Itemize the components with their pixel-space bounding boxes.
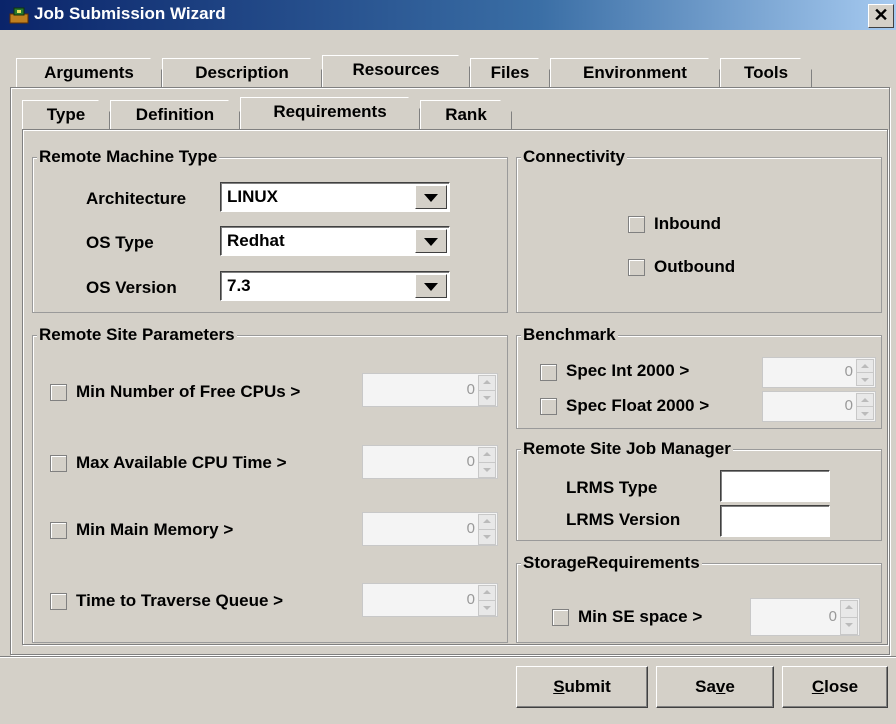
max-cpu-time-spinner[interactable]: 0 <box>362 445 498 479</box>
spec-int-checkbox[interactable] <box>540 364 557 381</box>
lrms-type-label: LRMS Type <box>566 478 658 497</box>
spinner-up-icon[interactable] <box>478 375 496 391</box>
app-icon <box>9 7 29 24</box>
subtab-requirements[interactable]: Requirements <box>240 97 420 129</box>
spec-float-label: Spec Float 2000 > <box>566 396 710 415</box>
spinner-up-icon[interactable] <box>856 393 874 407</box>
save-button[interactable]: Save <box>656 666 774 708</box>
min-main-memory-checkbox[interactable] <box>50 522 67 539</box>
spinner-down-icon[interactable] <box>478 529 496 545</box>
max-cpu-time-checkbox[interactable] <box>50 455 67 472</box>
time-traverse-queue-spinner[interactable]: 0 <box>362 583 498 617</box>
min-main-memory-spinner[interactable]: 0 <box>362 512 498 546</box>
spinner-up-icon[interactable] <box>840 600 858 618</box>
subtab-rank[interactable]: Rank <box>420 100 512 129</box>
close-window-icon[interactable]: ✕ <box>868 4 894 28</box>
spinner-value: 0 <box>844 363 853 380</box>
time-traverse-queue-label: Time to Traverse Queue > <box>76 591 284 610</box>
os-version-select[interactable]: 7.3 <box>220 271 450 301</box>
spec-float-spinner[interactable]: 0 <box>762 391 876 422</box>
outbound-label: Outbound <box>654 257 736 276</box>
os-type-value: Redhat <box>227 231 285 250</box>
architecture-value: LINUX <box>227 187 278 206</box>
min-se-space-checkbox[interactable] <box>552 609 569 626</box>
subtab-type[interactable]: Type <box>22 100 110 129</box>
inbound-label: Inbound <box>654 214 722 233</box>
tab-tools[interactable]: Tools <box>720 58 812 87</box>
subtab-definition[interactable]: Definition <box>110 100 240 129</box>
time-traverse-queue-checkbox[interactable] <box>50 593 67 610</box>
group-title: Benchmark <box>521 325 618 345</box>
min-main-memory-label: Min Main Memory > <box>76 520 234 539</box>
tab-files[interactable]: Files <box>470 58 550 87</box>
spec-float-checkbox[interactable] <box>540 398 557 415</box>
chevron-down-icon[interactable] <box>415 229 447 253</box>
spinner-up-icon[interactable] <box>478 514 496 530</box>
spinner-up-icon[interactable] <box>478 585 496 601</box>
os-type-select[interactable]: Redhat <box>220 226 450 256</box>
architecture-select[interactable]: LINUX <box>220 182 450 212</box>
divider <box>0 656 896 658</box>
group-title: Remote Site Job Manager <box>521 439 733 459</box>
lrms-type-input[interactable] <box>720 470 830 502</box>
group-title: StorageRequirements <box>521 553 702 573</box>
spinner-value: 0 <box>466 591 475 608</box>
min-free-cpus-spinner[interactable]: 0 <box>362 373 498 407</box>
chevron-down-icon[interactable] <box>415 185 447 209</box>
spinner-down-icon[interactable] <box>840 617 858 635</box>
spinner-value: 0 <box>466 520 475 537</box>
tab-environment[interactable]: Environment <box>550 58 720 87</box>
spinner-down-icon[interactable] <box>856 372 874 386</box>
chevron-down-icon[interactable] <box>415 274 447 298</box>
close-button[interactable]: Close <box>782 666 888 708</box>
os-version-value: 7.3 <box>227 276 251 295</box>
spinner-down-icon[interactable] <box>478 600 496 616</box>
spinner-down-icon[interactable] <box>478 462 496 478</box>
spinner-down-icon[interactable] <box>478 390 496 406</box>
tab-resources[interactable]: Resources <box>322 55 470 87</box>
window-title: Job Submission Wizard <box>34 4 226 23</box>
min-se-space-label: Min SE space > <box>578 607 703 626</box>
spinner-value: 0 <box>466 453 475 470</box>
os-type-label: OS Type <box>86 233 154 252</box>
group-title: Remote Site Parameters <box>37 325 237 345</box>
group-title: Connectivity <box>521 147 628 167</box>
spinner-value: 0 <box>466 381 475 398</box>
outbound-checkbox[interactable] <box>628 259 645 276</box>
group-title: Remote Machine Type <box>37 147 220 167</box>
spinner-down-icon[interactable] <box>856 406 874 420</box>
spec-int-spinner[interactable]: 0 <box>762 357 876 388</box>
spinner-up-icon[interactable] <box>478 447 496 463</box>
os-version-label: OS Version <box>86 278 177 297</box>
tab-arguments[interactable]: Arguments <box>16 58 162 87</box>
tab-description[interactable]: Description <box>162 58 322 87</box>
max-cpu-time-label: Max Available CPU Time > <box>76 453 287 472</box>
min-se-space-spinner[interactable]: 0 <box>750 598 860 636</box>
title-bar[interactable]: Job Submission Wizard ✕ <box>0 0 896 30</box>
lrms-version-label: LRMS Version <box>566 510 681 529</box>
lrms-version-input[interactable] <box>720 505 830 537</box>
connectivity-group: Connectivity <box>516 147 882 313</box>
spec-int-label: Spec Int 2000 > <box>566 361 690 380</box>
spinner-value: 0 <box>828 608 837 625</box>
min-free-cpus-checkbox[interactable] <box>50 384 67 401</box>
inbound-checkbox[interactable] <box>628 216 645 233</box>
spinner-up-icon[interactable] <box>856 359 874 373</box>
architecture-label: Architecture <box>86 189 187 208</box>
min-free-cpus-label: Min Number of Free CPUs > <box>76 382 301 401</box>
spinner-value: 0 <box>844 397 853 414</box>
submit-button[interactable]: Submit <box>516 666 648 708</box>
